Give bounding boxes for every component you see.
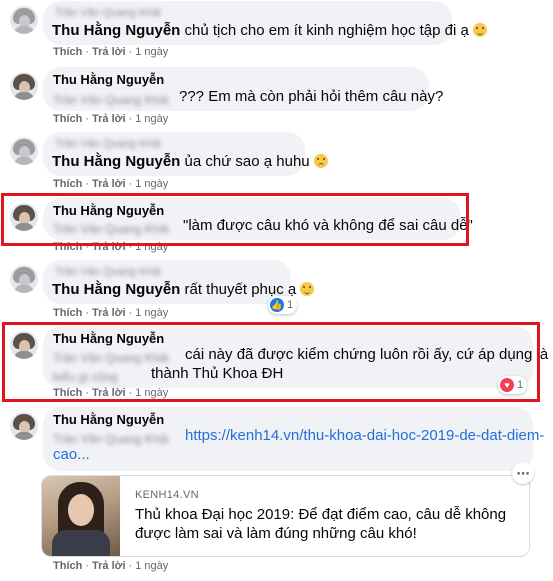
timestamp[interactable]: 1 ngày bbox=[135, 560, 168, 572]
preview-thumbnail bbox=[42, 476, 120, 556]
comment-actions: Thích · Trả lời · 1 ngày bbox=[53, 46, 169, 58]
avatar[interactable] bbox=[10, 6, 38, 34]
like-link[interactable]: Thích bbox=[53, 46, 82, 58]
comment-text: ủa chứ sao ạ huhu bbox=[184, 153, 310, 170]
preview-title-line-1: Thủ khoa Đại học 2019: Để đạt điểm cao, … bbox=[135, 506, 507, 523]
preview-title-line-2: được làm sai và làm đúng những câu khó! bbox=[135, 525, 417, 542]
timestamp[interactable]: 1 ngày bbox=[135, 178, 168, 190]
blurred-mention: Trần Văn Quang Khải bbox=[53, 432, 169, 446]
avatar[interactable] bbox=[10, 412, 38, 440]
reply-link[interactable]: Trả lời bbox=[92, 307, 126, 319]
author-name[interactable]: Thu Hằng Nguyễn bbox=[53, 72, 164, 87]
comment-bubble: Trần Văn Quang Khải Thu Hằng Nguyễn chủ … bbox=[43, 1, 487, 45]
avatar[interactable] bbox=[10, 72, 38, 100]
author-name[interactable]: Thu Hằng Nguyễn bbox=[53, 412, 164, 427]
comment-text: ??? Em mà còn phải hỏi thêm câu này? bbox=[179, 88, 444, 105]
highlight-box bbox=[2, 322, 540, 402]
comment-actions: Thích · Trả lời · 1 ngày bbox=[53, 307, 169, 319]
blurred-author: Trần Văn Quang Khải bbox=[55, 7, 161, 19]
more-options-icon[interactable]: ⋯ bbox=[512, 462, 534, 484]
mention-name[interactable]: Thu Hằng Nguyễn bbox=[52, 281, 180, 298]
mention-name[interactable]: Thu Hằng Nguyễn bbox=[52, 153, 180, 170]
reply-link[interactable]: Trả lời bbox=[92, 46, 126, 58]
reply-link[interactable]: Trả lời bbox=[92, 113, 126, 125]
like-link[interactable]: Thích bbox=[53, 307, 82, 319]
reaction-count[interactable]: 👍 1 bbox=[268, 296, 298, 314]
comment-bubble: Trần Văn Quang Khải Thu Hằng Nguyễn ủa c… bbox=[43, 132, 328, 176]
link-preview-card[interactable]: KENH14.VN Thủ khoa Đại học 2019: Để đạt … bbox=[41, 475, 530, 557]
like-link[interactable]: Thích bbox=[53, 178, 82, 190]
avatar[interactable] bbox=[10, 265, 38, 293]
timestamp[interactable]: 1 ngày bbox=[135, 113, 168, 125]
comment-bubble: Thu Hằng Nguyễn Trần Văn Quang Khải http… bbox=[43, 407, 544, 471]
mention-name[interactable]: Thu Hằng Nguyễn bbox=[52, 22, 180, 39]
like-link[interactable]: Thích bbox=[53, 560, 82, 572]
reply-link[interactable]: Trả lời bbox=[92, 178, 126, 190]
blurred-mention: Trần Văn Quang Khải bbox=[53, 93, 169, 107]
blurred-author: Trần Văn Quang Khải bbox=[55, 138, 161, 150]
comment-bubble: Trần Văn Quang Khải Thu Hằng Nguyễn rất … bbox=[43, 260, 315, 304]
avatar[interactable] bbox=[10, 137, 38, 165]
blurred-author: Trần Văn Quang Khải bbox=[55, 266, 161, 278]
highlight-box bbox=[1, 193, 469, 246]
link-url-continued[interactable]: cao... bbox=[53, 445, 90, 465]
sad-emoji-icon bbox=[313, 154, 328, 168]
preview-site: KENH14.VN bbox=[135, 489, 199, 501]
comment-actions: Thích · Trả lời · 1 ngày bbox=[53, 178, 169, 190]
timestamp[interactable]: 1 ngày bbox=[135, 307, 168, 319]
comment-actions: Thích · Trả lời · 1 ngày bbox=[53, 113, 169, 125]
link-url[interactable]: https://kenh14.vn/thu-khoa-dai-hoc-2019-… bbox=[185, 426, 544, 446]
comment-actions: Thích · Trả lời · 1 ngày bbox=[53, 560, 169, 572]
timestamp[interactable]: 1 ngày bbox=[135, 46, 168, 58]
comment-text: chủ tịch cho em ít kinh nghiệm học tập đ… bbox=[184, 22, 469, 39]
smile-emoji-icon bbox=[473, 23, 487, 37]
like-link[interactable]: Thích bbox=[53, 113, 82, 125]
reply-link[interactable]: Trả lời bbox=[92, 560, 126, 572]
comment-bubble: Thu Hằng Nguyễn Trần Văn Quang Khải ??? … bbox=[43, 67, 443, 111]
like-reaction-icon: 👍 bbox=[270, 298, 284, 312]
grin-emoji-icon bbox=[300, 282, 315, 296]
